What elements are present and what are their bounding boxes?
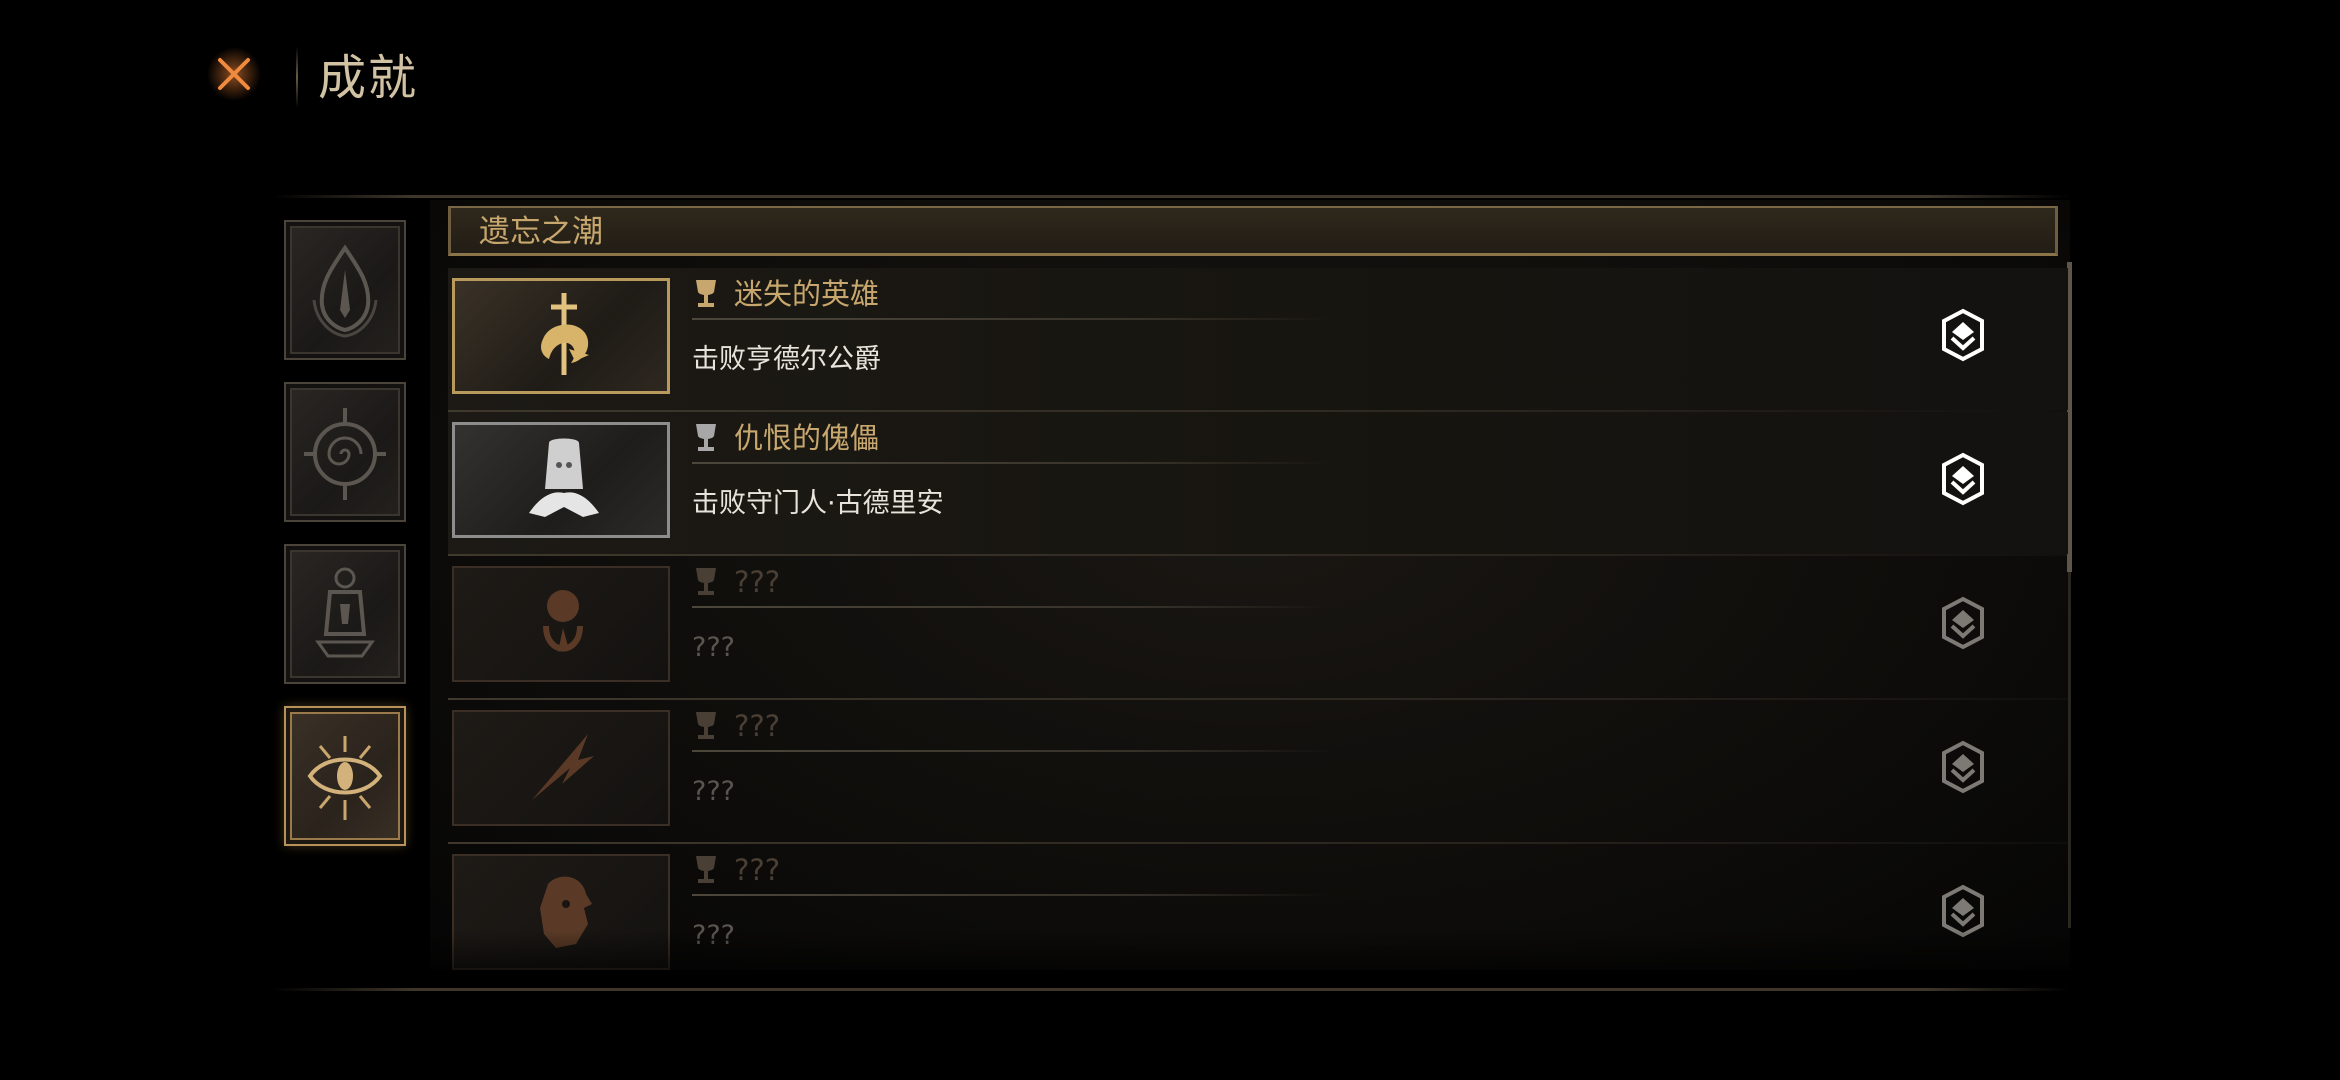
- achievement-badge: [452, 278, 670, 394]
- rank-emblem-icon: [1942, 740, 1984, 794]
- list-fade-overlay: [430, 930, 2070, 988]
- title-divider: [692, 894, 1332, 896]
- achievement-description: ???: [692, 776, 735, 807]
- frame-top-line: [270, 195, 2070, 198]
- achievement-title: 仇恨的傀儡: [734, 421, 880, 455]
- achievement-description: ???: [692, 632, 735, 663]
- sword-beast-icon: [541, 293, 589, 375]
- frame-bottom-line: [270, 988, 2070, 991]
- achievement-row[interactable]: 仇恨的傀儡 击败守门人·古德里安: [448, 412, 2068, 556]
- feather-blade-icon: [532, 734, 594, 800]
- title-divider: [692, 606, 1332, 608]
- achievement-title: ???: [734, 565, 781, 599]
- rank-emblem-icon: [1942, 452, 1984, 506]
- achievement-badge: [452, 566, 670, 682]
- trophy-icon: [696, 568, 716, 595]
- category-tab-2[interactable]: [284, 382, 406, 522]
- achievement-title: 迷失的英雄: [734, 277, 880, 311]
- achievement-description: 击败亨德尔公爵: [692, 344, 881, 375]
- eye-sigil-icon: [307, 736, 383, 820]
- bell-golem-icon: [529, 438, 599, 517]
- trophy-icon: [696, 280, 716, 307]
- category-tab-4[interactable]: [284, 706, 406, 846]
- lantern-relic-icon: [315, 567, 375, 658]
- achievement-row[interactable]: ??? ???: [448, 556, 2068, 700]
- flame-crest-icon: [312, 244, 378, 338]
- close-button[interactable]: [206, 46, 262, 102]
- category-tab-1[interactable]: [284, 220, 406, 360]
- title-divider: [692, 750, 1332, 752]
- section-header: 遗忘之潮: [448, 206, 2058, 256]
- achievement-row[interactable]: ??? ???: [448, 700, 2068, 844]
- achievement-row[interactable]: 迷失的英雄 击败亨德尔公爵: [448, 268, 2068, 412]
- achievement-title: ???: [734, 853, 781, 887]
- spiral-sun-icon: [304, 408, 386, 500]
- achievements-screen: 成就 遗忘之潮 迷失的英雄 击败亨德尔公爵 仇恨的傀儡 击败守门人·古德里安 ?…: [0, 0, 2340, 1080]
- rank-emblem-icon: [1942, 308, 1984, 362]
- title-divider: [692, 318, 1332, 320]
- achievement-title: ???: [734, 709, 781, 743]
- achievement-description: 击败守门人·古德里安: [692, 488, 944, 519]
- title-divider: [692, 462, 1332, 464]
- achievement-badge: [452, 710, 670, 826]
- section-title: 遗忘之潮: [479, 214, 603, 250]
- rank-emblem-icon: [1942, 596, 1984, 650]
- header-divider: [296, 46, 298, 108]
- trophy-icon: [696, 712, 716, 739]
- category-tab-3[interactable]: [284, 544, 406, 684]
- page-title: 成就: [318, 50, 419, 106]
- close-x-icon: [207, 47, 261, 101]
- trophy-icon: [696, 856, 716, 883]
- trophy-icon: [696, 424, 716, 451]
- root-seed-icon: [543, 590, 583, 652]
- achievement-badge: [452, 422, 670, 538]
